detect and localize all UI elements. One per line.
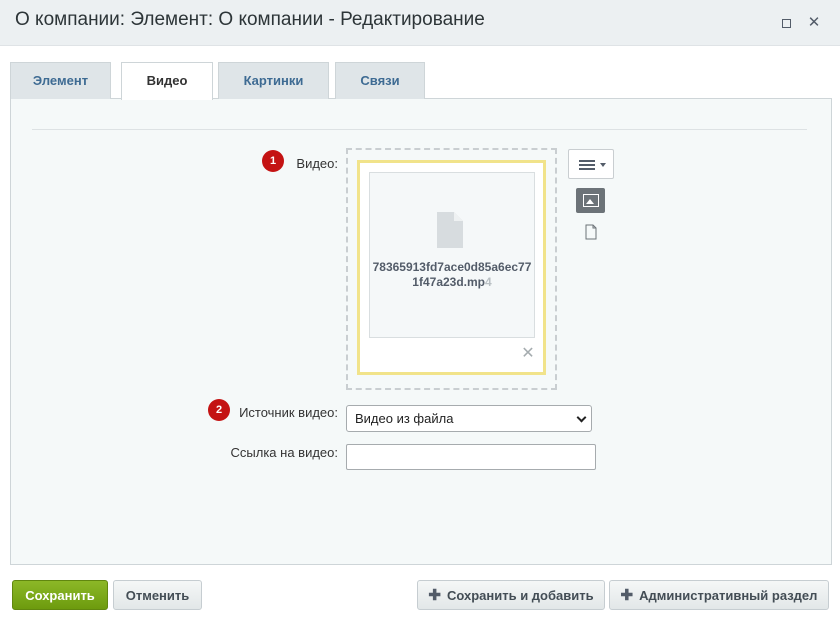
image-view-icon[interactable]: [576, 188, 605, 213]
video-label: Видео:: [296, 156, 338, 171]
save-and-add-label: Сохранить и добавить: [446, 588, 594, 603]
document-icon: [437, 212, 463, 248]
video-source-select[interactable]: Видео из файла: [346, 405, 592, 432]
plus-icon: ✚: [428, 587, 441, 604]
admin-section-button[interactable]: ✚ Административный раздел: [609, 580, 829, 610]
title-bar: О компании: Элемент: О компании - Редакт…: [0, 0, 840, 46]
video-link-input[interactable]: [346, 444, 596, 470]
source-label: Источник видео:: [239, 405, 338, 420]
tab-pictures[interactable]: Картинки: [218, 62, 329, 99]
file-name-main: 78365913fd7ace0d85a6ec771f47a23d.mp: [372, 260, 532, 289]
chevron-down-icon: [576, 412, 587, 423]
menu-icon[interactable]: [568, 149, 614, 179]
plus-icon: ✚: [620, 587, 634, 604]
step-badge-2: 2: [208, 399, 230, 421]
tab-video[interactable]: Видео: [121, 62, 213, 100]
video-source-value: Видео из файла: [355, 411, 454, 426]
chevron-down-icon: [600, 163, 606, 167]
file-view-icon[interactable]: [584, 224, 598, 240]
remove-icon[interactable]: ✕: [521, 346, 535, 362]
close-icon[interactable]: ✕: [806, 15, 822, 31]
menu-bars-icon: [579, 160, 595, 170]
maximize-icon[interactable]: [778, 15, 794, 31]
tab-links[interactable]: Связи: [335, 62, 425, 99]
section-divider: [32, 129, 807, 130]
window-title: О компании: Элемент: О компании - Редакт…: [15, 9, 485, 30]
tab-element[interactable]: Элемент: [10, 62, 111, 99]
save-and-add-button[interactable]: ✚ Сохранить и добавить: [417, 580, 605, 610]
file-preview: [369, 172, 535, 338]
file-name-ext: 4: [485, 275, 492, 289]
link-label: Ссылка на видео:: [230, 445, 338, 460]
admin-section-label: Административный раздел: [639, 588, 818, 603]
cancel-button[interactable]: Отменить: [113, 580, 202, 610]
file-name: 78365913fd7ace0d85a6ec771f47a23d.mp4: [372, 260, 532, 290]
dialog-window: О компании: Элемент: О компании - Редакт…: [0, 0, 840, 622]
save-button[interactable]: Сохранить: [12, 580, 108, 610]
